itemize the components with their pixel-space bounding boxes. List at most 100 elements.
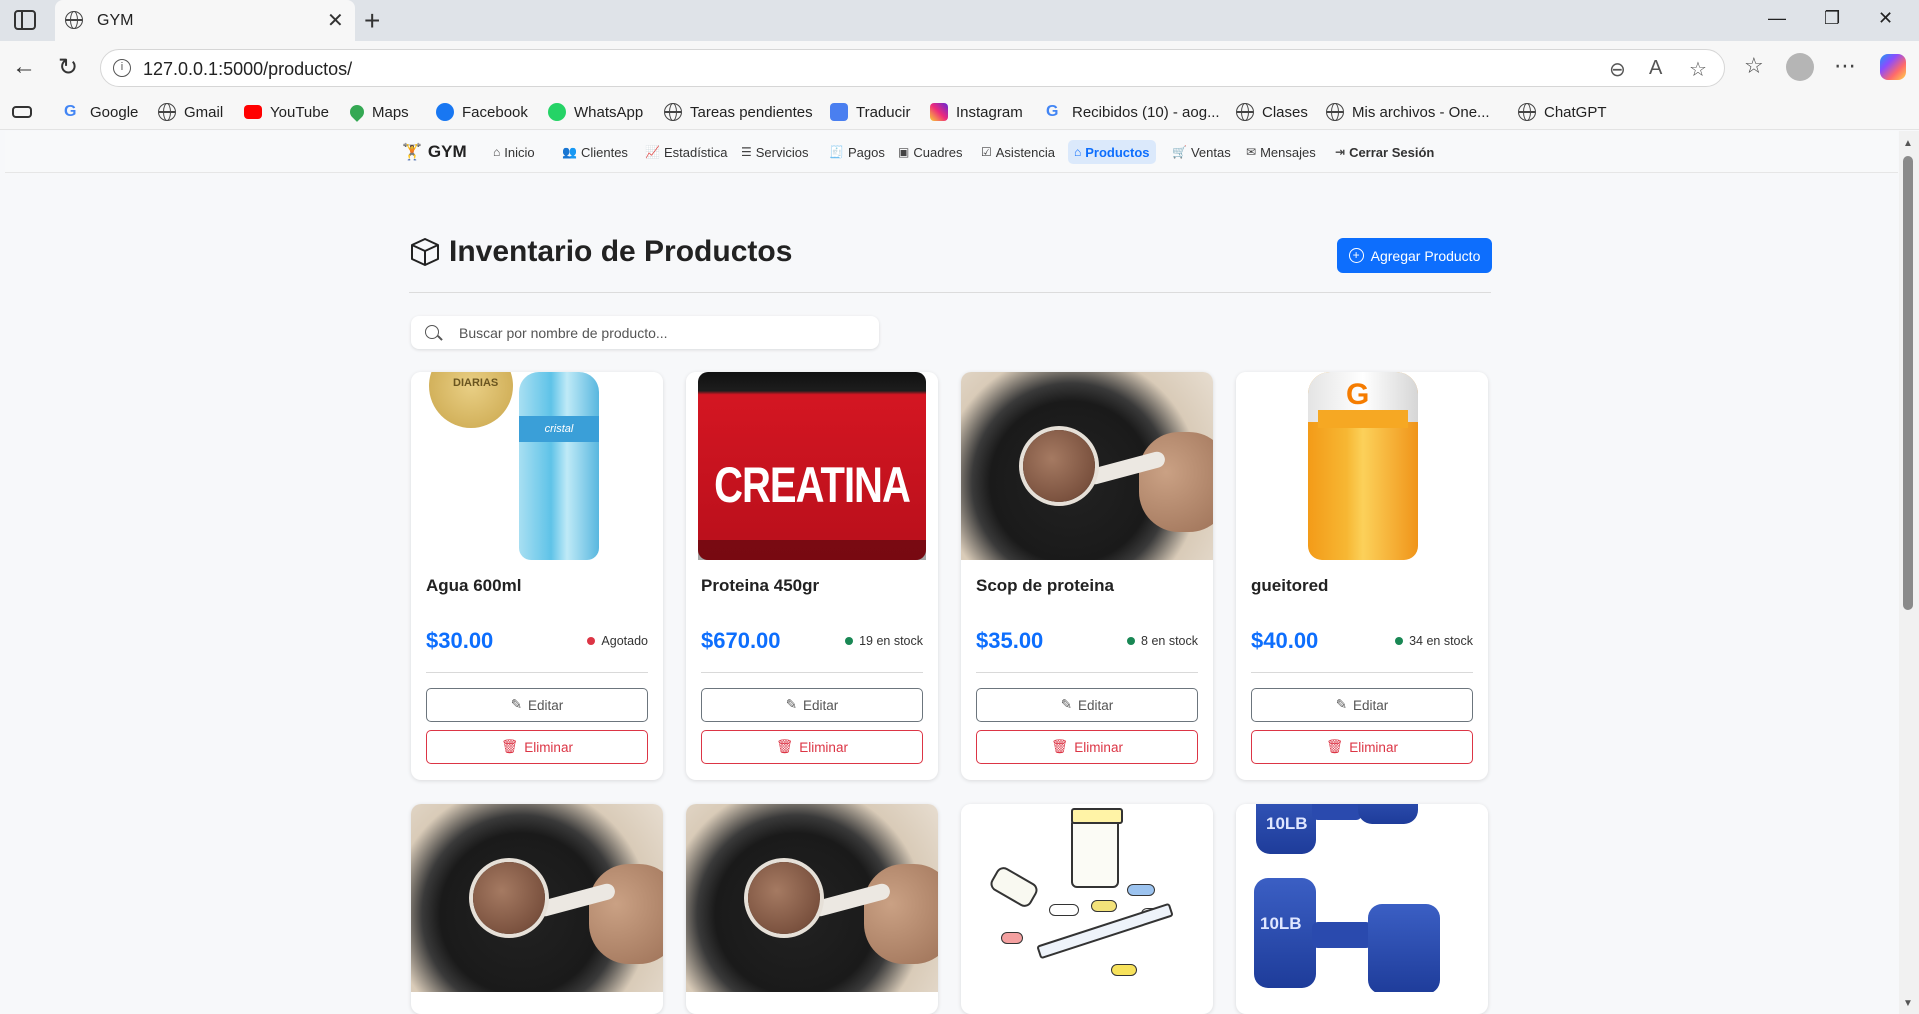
status-dot	[845, 637, 854, 645]
page-title: Inventario de Productos	[409, 235, 792, 269]
bookmark-chatgpt[interactable]: ChatGPT	[1518, 101, 1607, 123]
home-icon: ⌂	[493, 145, 501, 159]
address-bar[interactable]: i 127.0.0.1:5000/productos/ ⊖ A ☆	[100, 49, 1725, 87]
header-divider	[409, 292, 1491, 293]
delete-button[interactable]: 🗑 Eliminar	[976, 730, 1198, 764]
cart-icon: 🛒	[1172, 145, 1187, 159]
edit-button[interactable]: ✎ Editar	[426, 688, 648, 722]
users-icon: 👥	[562, 145, 577, 159]
instagram-icon	[930, 103, 948, 121]
trash-icon: 🗑	[776, 739, 794, 754]
more-options-icon[interactable]: ⋯	[1834, 53, 1856, 79]
product-price: $35.00	[976, 628, 1044, 653]
url-text[interactable]: 127.0.0.1:5000/productos/	[143, 59, 352, 80]
nav-cerrar-sesion[interactable]: ⇥ Cerrar Sesión	[1329, 140, 1440, 164]
bookmark-facebook[interactable]: Facebook	[436, 101, 528, 123]
nav-asistencia[interactable]: ☑ Asistencia	[975, 140, 1061, 164]
bookmark-maps[interactable]: Maps	[347, 101, 409, 123]
stock-status: 19 en stock	[845, 634, 923, 648]
product-card: CREATINA Proteina 450gr $670.00 19 en st…	[686, 372, 938, 780]
bookmark-youtube[interactable]: YouTube	[244, 101, 329, 123]
edit-button[interactable]: ✎ Editar	[701, 688, 923, 722]
bookmark-mis-archivos[interactable]: Mis archivos - One...	[1326, 101, 1490, 123]
minimize-icon[interactable]: —	[1768, 8, 1786, 29]
product-search[interactable]	[411, 316, 879, 349]
nav-cuadres[interactable]: ▣ Cuadres	[892, 140, 968, 164]
product-name: Agua 600ml	[426, 576, 522, 595]
plus-circle-icon: +	[1348, 248, 1364, 263]
close-tab-icon[interactable]: ✕	[327, 8, 344, 33]
product-image-scoop	[961, 372, 1213, 560]
add-product-button[interactable]: + Agregar Producto	[1337, 238, 1492, 273]
bookmark-whatsapp[interactable]: WhatsApp	[548, 101, 643, 123]
product-price: $30.00	[426, 628, 494, 653]
nav-servicios[interactable]: ☰ Servicios	[735, 140, 815, 164]
search-input[interactable]	[459, 320, 859, 345]
stock-status: Agotado	[587, 634, 648, 648]
whatsapp-icon	[548, 103, 566, 121]
bookmark-gmail[interactable]: Gmail	[158, 101, 223, 123]
product-name: gueitored	[1251, 576, 1329, 595]
edit-button[interactable]: ✎ Editar	[976, 688, 1198, 722]
bookmark-traducir[interactable]: Traducir	[830, 101, 910, 123]
product-price: $670.00	[701, 628, 781, 653]
read-aloud-icon[interactable]: A	[1649, 57, 1662, 80]
delete-button[interactable]: 🗑 Eliminar	[1251, 730, 1473, 764]
refresh-icon[interactable]: ↻	[58, 53, 78, 82]
delete-button[interactable]: 🗑 Eliminar	[426, 730, 648, 764]
nav-pagos[interactable]: 🧾 Pagos	[823, 140, 891, 164]
edit-button[interactable]: ✎ Editar	[1251, 688, 1473, 722]
translate-icon	[830, 103, 848, 121]
brand[interactable]: 🏋 GYM	[402, 142, 467, 162]
globe-icon	[65, 11, 83, 29]
close-window-icon[interactable]: ✕	[1878, 8, 1893, 29]
pencil-icon: ✎	[510, 697, 523, 712]
stock-status: 34 en stock	[1395, 634, 1473, 648]
nav-estadistica[interactable]: 📈 Estadística	[639, 140, 734, 164]
trash-icon: 🗑	[501, 739, 519, 754]
tab-actions-icon[interactable]	[14, 10, 36, 30]
logout-icon: ⇥	[1335, 145, 1346, 159]
search-icon	[425, 325, 439, 339]
globe-icon	[664, 103, 682, 121]
box-icon	[411, 238, 439, 266]
globe-icon	[1518, 103, 1536, 121]
bookmark-recibidos[interactable]: G Recibidos (10) - aog...	[1046, 101, 1220, 123]
profile-avatar[interactable]	[1786, 53, 1814, 81]
google-icon: G	[1046, 103, 1059, 120]
tab-title: GYM	[97, 12, 134, 29]
nav-inicio[interactable]: ⌂ Inicio	[487, 140, 541, 164]
trash-icon: 🗑	[1326, 739, 1344, 754]
calendar-check-icon: ☑	[981, 145, 992, 159]
scroll-up-icon[interactable]: ▲	[1903, 138, 1913, 149]
favorites-icon[interactable]: ☆	[1744, 53, 1764, 79]
copilot-icon[interactable]	[1880, 54, 1906, 80]
reading-list-icon[interactable]	[12, 101, 32, 123]
nav-ventas[interactable]: 🛒 Ventas	[1166, 140, 1237, 164]
creatina-tub: CREATINA	[698, 372, 926, 560]
scroll-thumb[interactable]	[1903, 156, 1913, 610]
youtube-icon	[244, 105, 262, 119]
back-icon[interactable]: ←	[12, 53, 36, 81]
site-info-icon[interactable]: i	[113, 59, 131, 77]
bookmark-clases[interactable]: Clases	[1236, 101, 1308, 123]
scroll-down-icon[interactable]: ▼	[1903, 998, 1913, 1009]
favorite-star-icon[interactable]: ☆	[1689, 57, 1707, 82]
bookmark-instagram[interactable]: Instagram	[930, 101, 1023, 123]
bookmark-tareas[interactable]: Tareas pendientes	[664, 101, 813, 123]
nav-clientes[interactable]: 👥 Clientes	[556, 140, 634, 164]
bookmark-google[interactable]: G Google	[64, 101, 138, 123]
list-icon: ☰	[741, 145, 752, 159]
status-dot	[1127, 637, 1136, 645]
delete-button[interactable]: 🗑 Eliminar	[701, 730, 923, 764]
nav-mensajes[interactable]: ✉ Mensajes	[1240, 140, 1322, 164]
gym-logo-icon: 🏋	[402, 144, 422, 161]
restore-icon[interactable]: ❐	[1824, 8, 1840, 29]
browser-tab[interactable]: GYM ✕	[55, 0, 355, 41]
google-icon: G	[64, 103, 77, 120]
new-tab-icon[interactable]: +	[364, 5, 380, 37]
product-card	[411, 804, 663, 1014]
nav-productos[interactable]: ⌂ Productos	[1068, 140, 1156, 164]
zoom-icon[interactable]: ⊖	[1609, 57, 1626, 82]
bookmarks-bar: G Google Gmail YouTube Maps Facebook What…	[0, 94, 1919, 130]
